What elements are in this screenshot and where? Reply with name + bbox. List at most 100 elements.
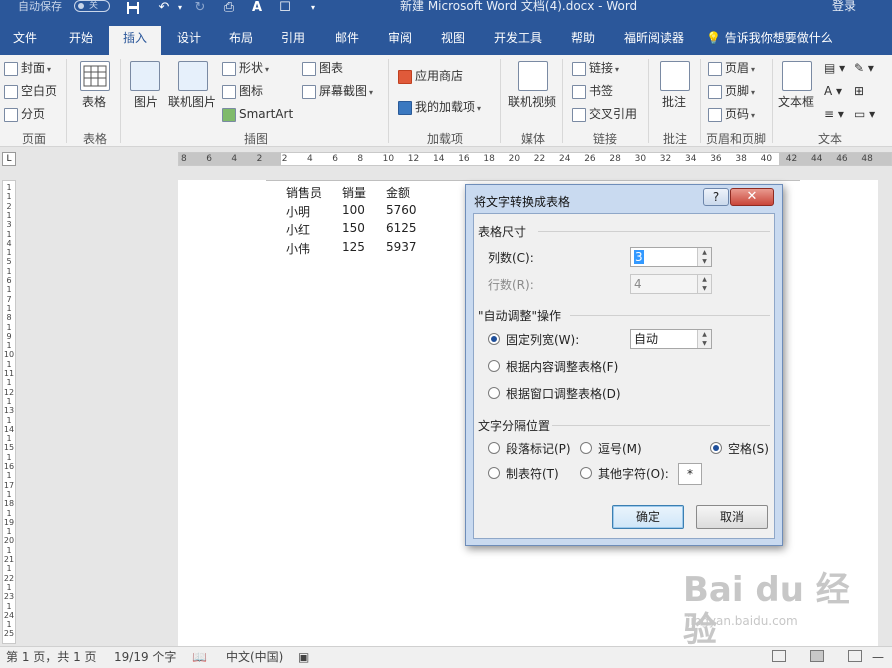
sep-other-label[interactable]: 其他字符(O): <box>598 467 669 481</box>
login-link[interactable]: 登录 <box>832 0 856 12</box>
fixed-width-radio[interactable] <box>488 333 500 345</box>
sep-space-label[interactable]: 空格(S) <box>728 442 769 456</box>
ruler-tick: 16 <box>458 154 470 164</box>
ribbon-separator <box>500 59 501 143</box>
signature-line-icon[interactable]: ✎ ▾ <box>854 61 874 75</box>
online-picture-button[interactable]: 联机图片 <box>168 95 216 109</box>
autofit-content-label[interactable]: 根据内容调整表格(F) <box>506 360 618 374</box>
proofing-icon[interactable]: 📖 <box>192 650 207 664</box>
sep-other-radio[interactable] <box>580 467 592 479</box>
spin-down-icon[interactable]: ▼ <box>698 257 711 266</box>
fixed-width-stepper[interactable]: 自动 ▲ ▼ <box>630 329 712 349</box>
spin-up-icon[interactable]: ▲ <box>698 330 711 339</box>
page-break-button[interactable]: 分页 <box>4 107 45 122</box>
close-button[interactable]: ✕ <box>730 188 774 206</box>
blank-page-button[interactable]: 空白页 <box>4 84 57 99</box>
sep-other-input[interactable]: * <box>678 463 702 485</box>
tab-layout[interactable]: 布局 <box>216 26 266 55</box>
screenshot-button[interactable]: 屏幕截图 ▾ <box>302 84 373 100</box>
spin-up-icon[interactable]: ▲ <box>698 248 711 257</box>
sep-paragraph-label[interactable]: 段落标记(P) <box>506 442 571 456</box>
sep-comma-label[interactable]: 逗号(M) <box>598 442 642 456</box>
tab-file[interactable]: 文件 <box>0 26 50 55</box>
textbox-button[interactable]: 文本框 <box>778 95 814 109</box>
bookmark-button[interactable]: 书签 <box>572 84 613 99</box>
font-size-icon[interactable]: A <box>248 0 266 16</box>
tab-insert[interactable]: 插入 <box>109 26 161 55</box>
table-button[interactable]: 表格 <box>82 95 106 109</box>
header-button[interactable]: 页眉 ▾ <box>708 61 755 77</box>
chart-button[interactable]: 图表 <box>302 61 343 76</box>
spin-arrows[interactable]: ▲ ▼ <box>697 330 711 348</box>
sep-space-radio[interactable] <box>710 442 722 454</box>
cancel-button[interactable]: 取消 <box>696 505 768 529</box>
ok-button[interactable]: 确定 <box>612 505 684 529</box>
tab-review[interactable]: 审阅 <box>375 26 425 55</box>
page-number-button[interactable]: 页码 ▾ <box>708 107 755 123</box>
page-count[interactable]: 第 1 页，共 1 页 <box>6 650 97 664</box>
sep-tab-radio[interactable] <box>488 467 500 479</box>
link-button[interactable]: 链接 ▾ <box>572 61 619 77</box>
shapes-button[interactable]: 形状 ▾ <box>222 61 269 77</box>
online-video-button[interactable]: 联机视频 <box>508 95 556 109</box>
cross-reference-button[interactable]: 交叉引用 <box>572 107 637 122</box>
picture-button[interactable]: 图片 <box>134 95 158 109</box>
read-mode-icon[interactable] <box>772 650 786 662</box>
vertical-ruler[interactable]: 1 1 2 1 3 1 4 1 5 1 6 1 7 1 8 1 9 1 10 1 11 1 12 1 13 1 14 1 15 1 16 1 1… <box>2 180 16 644</box>
store-button[interactable]: 应用商店 <box>398 69 463 84</box>
autofit-window-radio[interactable] <box>488 387 500 399</box>
help-button[interactable]: ? <box>703 188 729 206</box>
autofit-window-label[interactable]: 根据窗口调整表格(D) <box>506 387 621 401</box>
header-label: 页眉 <box>725 61 750 75</box>
tell-me-box[interactable]: 💡 告诉我你想要做什么 <box>706 26 846 55</box>
vruler-tick: 18 <box>3 499 15 509</box>
spin-arrows[interactable]: ▲ ▼ <box>697 248 711 266</box>
customize-qat-icon[interactable]: ▾ <box>308 0 318 16</box>
zoom-out-icon[interactable]: — <box>872 650 884 664</box>
date-time-icon[interactable]: ⊞ <box>854 84 864 98</box>
sep-paragraph-radio[interactable] <box>488 442 500 454</box>
tab-foxit[interactable]: 福昕阅读器 <box>614 26 694 55</box>
undo-dropdown-icon[interactable]: ▾ <box>175 0 185 16</box>
macro-icon[interactable]: ▣ <box>298 650 309 664</box>
word-count[interactable]: 19/19 个字 <box>114 650 176 664</box>
print-layout-icon[interactable] <box>810 650 824 662</box>
tab-references[interactable]: 引用 <box>268 26 318 55</box>
quick-parts-icon[interactable]: ▤ ▾ <box>824 61 845 75</box>
sep-tab-label[interactable]: 制表符(T) <box>506 467 559 481</box>
tab-home[interactable]: 开始 <box>56 26 106 55</box>
tab-design[interactable]: 设计 <box>164 26 214 55</box>
footer-button[interactable]: 页脚 ▾ <box>708 84 755 100</box>
spin-down-icon[interactable]: ▼ <box>698 339 711 348</box>
cover-page-button[interactable]: 封面 ▾ <box>4 61 51 77</box>
touch-mode-icon[interactable]: ☐ <box>276 0 294 16</box>
autosave-toggle[interactable]: 关 <box>74 0 110 12</box>
undo-icon[interactable]: ↶ <box>155 0 173 16</box>
vruler-tick: 24 <box>3 610 15 620</box>
wordart-icon[interactable]: A ▾ <box>824 84 842 98</box>
tab-selector[interactable]: L <box>2 152 16 166</box>
drop-cap-icon[interactable]: ≡ ▾ <box>824 107 844 121</box>
print-preview-icon[interactable]: ⎙ <box>220 0 238 16</box>
vruler-tick: 1 <box>6 303 12 313</box>
horizontal-ruler[interactable]: 8 6 4 2 2 4 6 8 10 12 14 16 18 20 22 24 26 28 30 32 34 36 38 40… <box>178 152 892 166</box>
sep-comma-radio[interactable] <box>580 442 592 454</box>
tab-help[interactable]: 帮助 <box>560 26 606 55</box>
comment-button[interactable]: 批注 <box>662 95 686 109</box>
web-layout-icon[interactable] <box>848 650 862 662</box>
redo-icon[interactable]: ↻ <box>192 0 208 16</box>
save-icon[interactable] <box>124 0 142 16</box>
language-indicator[interactable]: 中文(中国) <box>226 650 283 664</box>
columns-stepper[interactable]: 3 ▲ ▼ <box>630 247 712 267</box>
ruler-tick: 24 <box>559 154 571 164</box>
autofit-content-radio[interactable] <box>488 360 500 372</box>
tab-view[interactable]: 视图 <box>428 26 478 55</box>
smartart-button[interactable]: SmartArt <box>222 107 293 122</box>
tab-developer[interactable]: 开发工具 <box>484 26 552 55</box>
ruler-tick: 40 <box>760 154 773 164</box>
tab-mailings[interactable]: 邮件 <box>322 26 372 55</box>
fixed-width-label[interactable]: 固定列宽(W): <box>506 333 579 347</box>
my-addins-button[interactable]: 我的加载项 ▾ <box>398 100 481 116</box>
icons-button[interactable]: 图标 <box>222 84 263 99</box>
object-icon[interactable]: ▭ ▾ <box>854 107 875 121</box>
